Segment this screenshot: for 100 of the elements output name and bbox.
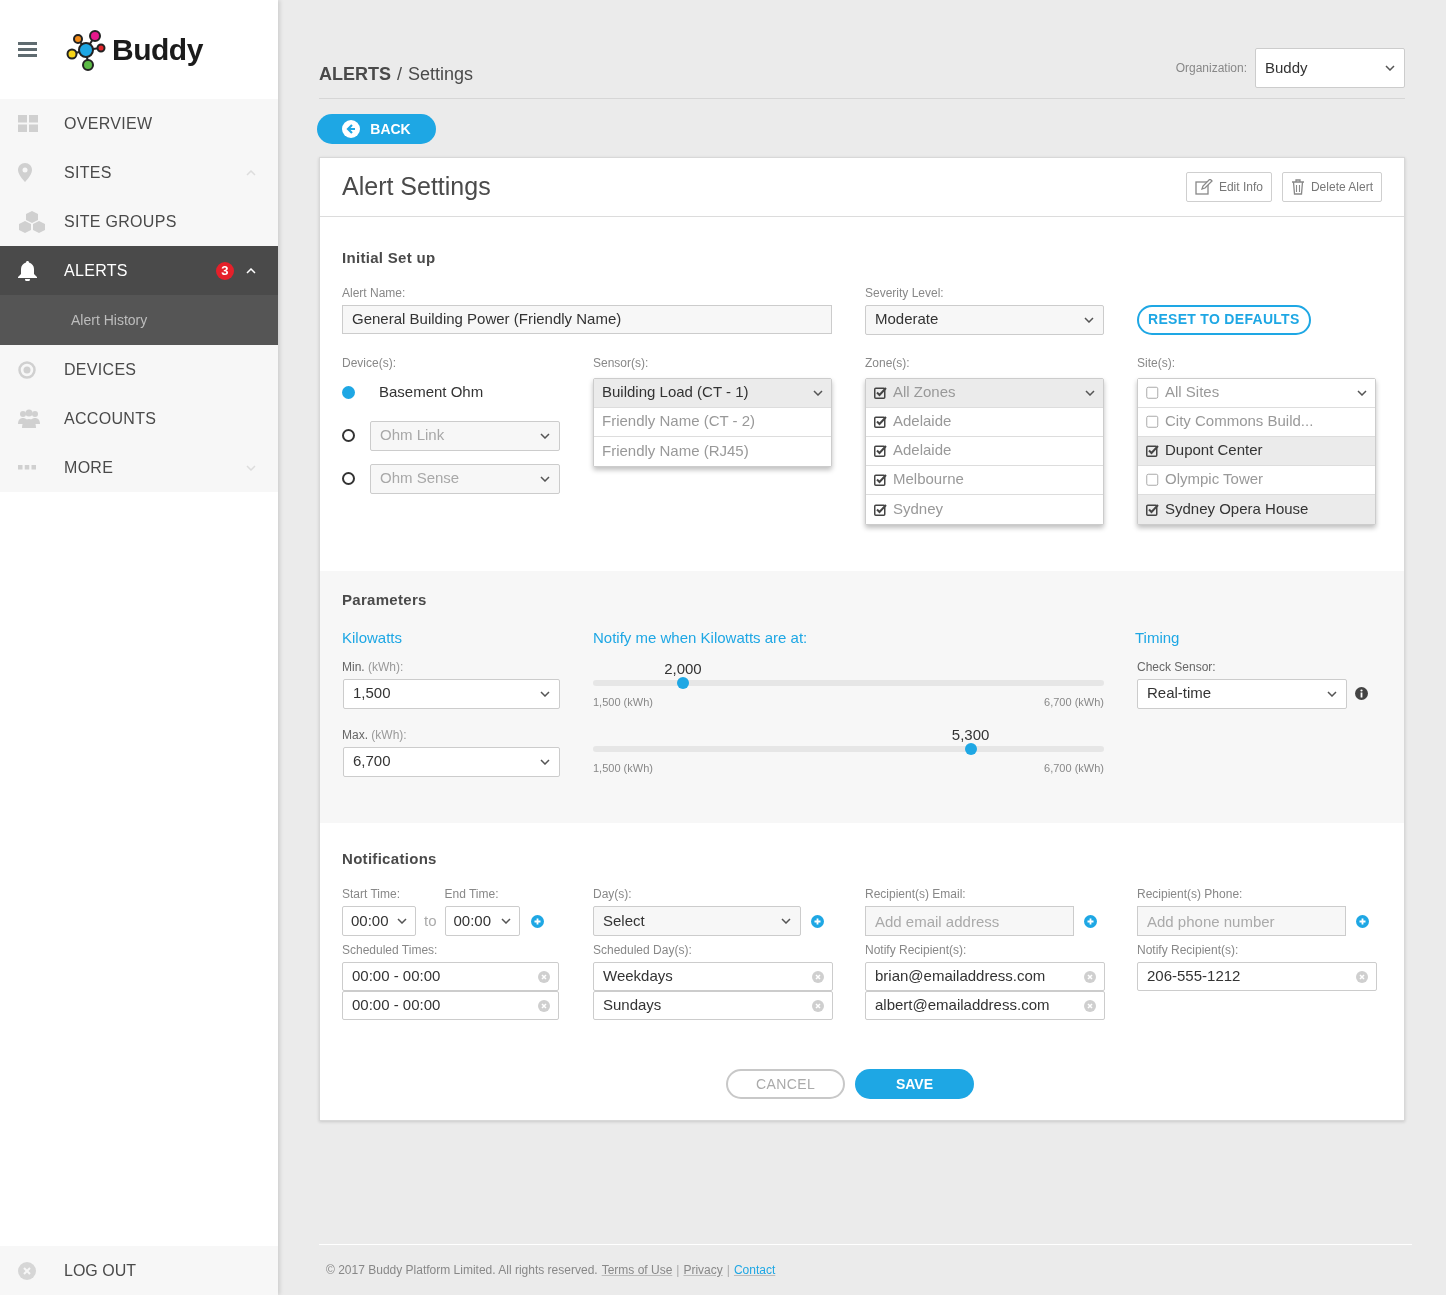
field-label: Recipient(s) Email:: [865, 886, 967, 903]
select-field[interactable]: 6,700: [343, 746, 560, 777]
dropdown-option[interactable]: Sydney Opera House: [1138, 494, 1375, 524]
grid-icon: [18, 115, 38, 132]
field-label: Notify Recipient(s):: [865, 942, 968, 959]
select-field[interactable]: 00:00: [444, 906, 520, 936]
target-icon: [18, 360, 36, 379]
nav-label: ACCOUNTS: [64, 408, 158, 429]
field-label: Recipient(s) Phone:: [1137, 886, 1244, 903]
dropdown-option[interactable]: Friendly Name (RJ45): [594, 436, 831, 466]
back-button[interactable]: BACK: [317, 114, 436, 144]
device-label: Basement Ohm: [379, 382, 484, 403]
logout-item[interactable]: LOG OUT: [0, 1246, 278, 1295]
breadcrumb-current: Settings: [408, 63, 474, 86]
select-field[interactable]: 1,500: [343, 678, 560, 709]
input-field[interactable]: Add phone number: [1137, 906, 1346, 936]
radio-button[interactable]: [342, 429, 355, 442]
chevron-icon: [540, 475, 550, 482]
close-icon: [18, 1261, 36, 1280]
nav-label: SITES: [64, 162, 113, 183]
field-label: Site(s):: [1137, 354, 1176, 372]
footer-link[interactable]: Terms of Use: [601, 1261, 673, 1279]
slider-max-label: 6,700 (kWh): [1044, 761, 1104, 776]
section-heading: Timing: [1135, 628, 1181, 648]
list-item: albert@emailaddress.com: [865, 991, 1105, 1020]
nav-item[interactable]: MORE: [0, 443, 278, 492]
field-label: Start Time:: [342, 886, 401, 903]
chevron-icon: [1085, 389, 1095, 396]
section-title: Initial Set up: [342, 248, 437, 268]
info-icon[interactable]: [1355, 687, 1368, 700]
footer-link[interactable]: Privacy: [683, 1261, 723, 1279]
list-item: Sundays: [593, 991, 833, 1020]
select-field[interactable]: Moderate: [865, 304, 1104, 335]
chevron-icon: [540, 432, 550, 439]
dropdown-option[interactable]: All Sites: [1138, 378, 1375, 408]
clear-icon[interactable]: [1084, 999, 1096, 1012]
action-button[interactable]: Edit Info: [1185, 172, 1272, 202]
clear-icon[interactable]: [812, 970, 824, 983]
nav-label: DEVICES: [64, 359, 138, 380]
checkbox-icon[interactable]: [1146, 473, 1159, 486]
field-label: Max. (kWh):: [342, 726, 408, 744]
chevron-icon: [540, 758, 550, 765]
dropdown-option[interactable]: Olympic Tower: [1138, 465, 1375, 495]
slider-thumb[interactable]: [964, 743, 977, 755]
slider-value: 5,300: [951, 725, 990, 745]
select-field[interactable]: 00:00: [342, 906, 416, 936]
reset-button[interactable]: RESET TO DEFAULTS: [1137, 304, 1311, 335]
checkbox-icon[interactable]: [1146, 502, 1159, 516]
nav-label: ALERTS: [64, 260, 129, 281]
copyright-text: © 2017 Buddy Platform Limited. All rights reserved.: [326, 1262, 598, 1279]
chevron-icon: [397, 918, 407, 924]
field-label: Device(s):: [342, 354, 397, 372]
breadcrumb-separator: /: [397, 63, 402, 86]
clear-icon[interactable]: [1084, 970, 1096, 983]
nav-item[interactable]: SITES: [0, 148, 278, 197]
cubes-icon: [18, 210, 46, 233]
link-separator: |: [676, 1262, 680, 1279]
save-button[interactable]: SAVE: [855, 1069, 974, 1099]
nav-item[interactable]: OVERVIEW: [0, 99, 278, 148]
nav-item[interactable]: ALERTS 3: [0, 246, 278, 295]
checkbox-icon[interactable]: [1146, 386, 1159, 399]
nav-subitem[interactable]: Alert History: [0, 295, 278, 345]
select-field[interactable]: Real-time: [1137, 678, 1347, 709]
slider-min-label: 1,500 (kWh): [593, 761, 653, 776]
clear-icon[interactable]: [538, 999, 550, 1012]
clear-icon[interactable]: [1356, 970, 1368, 983]
dropdown-option[interactable]: Building Load (CT - 1): [594, 378, 831, 408]
select-field[interactable]: Select: [593, 906, 801, 936]
field-label: Sensor(s):: [593, 354, 650, 372]
breadcrumb-link[interactable]: ALERTS: [319, 61, 391, 88]
input-field[interactable]: Add email address: [865, 906, 1074, 936]
add-icon[interactable]: [1084, 914, 1097, 928]
radio-button[interactable]: [342, 472, 355, 485]
chevron-icon: [813, 389, 823, 396]
menu-icon[interactable]: [18, 42, 37, 57]
card-title: Alert Settings: [342, 171, 491, 203]
nav-item[interactable]: DEVICES: [0, 345, 278, 394]
clear-icon[interactable]: [812, 999, 824, 1012]
dropdown-option[interactable]: City Commons Build...: [1138, 407, 1375, 437]
select-field[interactable]: Buddy: [1255, 48, 1405, 88]
radio-button[interactable]: [342, 386, 355, 399]
add-icon[interactable]: [1356, 914, 1369, 928]
dropdown-option[interactable]: Friendly Name (CT - 2): [594, 407, 831, 437]
field-label: Min. (kWh):: [342, 658, 405, 676]
checkbox-icon[interactable]: [1146, 415, 1159, 428]
checkbox-icon[interactable]: [1146, 444, 1159, 457]
action-button[interactable]: Delete Alert: [1281, 172, 1382, 202]
field-label: Organization:: [1175, 60, 1247, 77]
dropdown-option[interactable]: Dupont Center: [1138, 436, 1375, 466]
arrow-left-icon: [342, 120, 361, 138]
add-icon[interactable]: [811, 914, 824, 928]
nav-item[interactable]: SITE GROUPS: [0, 197, 278, 246]
clear-icon[interactable]: [538, 970, 550, 983]
nav-item[interactable]: ACCOUNTS: [0, 394, 278, 443]
text-field[interactable]: General Building Power (Friendly Name): [342, 304, 832, 334]
slider-thumb[interactable]: [676, 676, 689, 689]
chevron-icon: [1327, 690, 1337, 697]
add-icon[interactable]: [530, 914, 544, 928]
chevron-icon: [500, 918, 511, 924]
field-label: Check Sensor:: [1137, 658, 1217, 676]
